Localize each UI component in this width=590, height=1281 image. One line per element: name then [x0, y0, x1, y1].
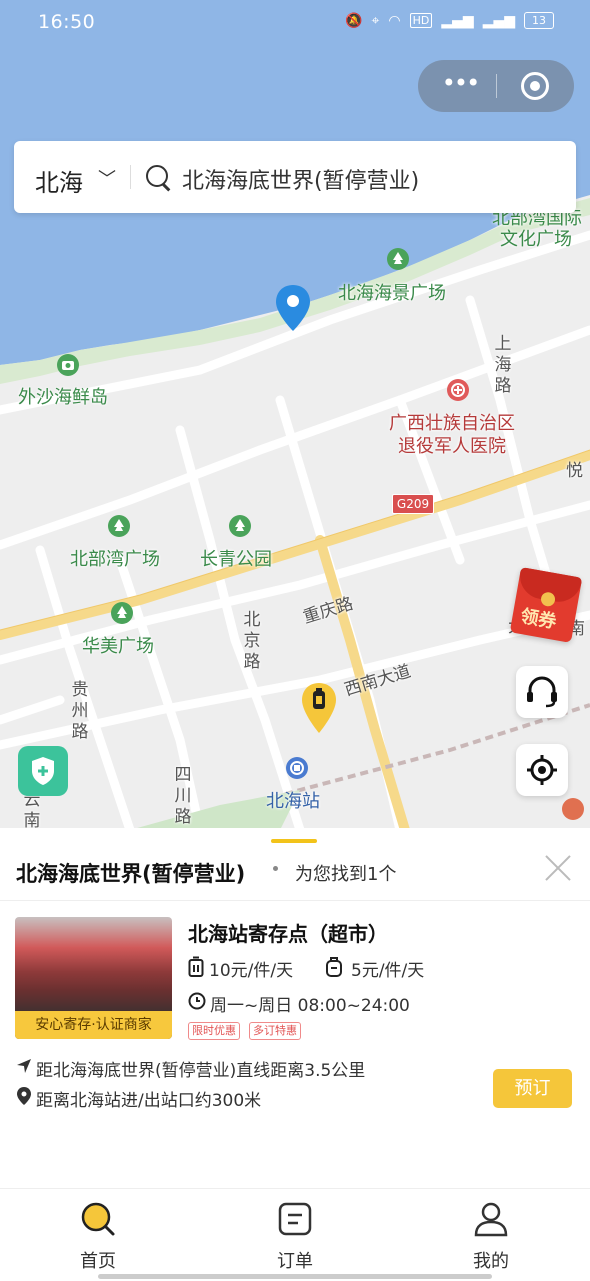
luggage-price: 10元/件/天: [209, 961, 294, 981]
map-label-station[interactable]: 北海站: [266, 787, 320, 813]
search-home-icon: [81, 1202, 115, 1236]
customer-service-button[interactable]: [516, 666, 568, 718]
location-icon: ⌖: [371, 12, 380, 29]
book-button[interactable]: 预订: [493, 1069, 572, 1108]
map-label-hospital[interactable]: 退役军人医院: [398, 432, 506, 458]
map-label-shanghai-road: 上海路: [494, 334, 512, 396]
divider: [0, 900, 590, 901]
tab-label: 首页: [80, 1251, 116, 1272]
park-poi-icon[interactable]: [110, 601, 134, 625]
search-divider: [130, 165, 131, 189]
map-label-changqing[interactable]: 长青公园: [200, 545, 272, 571]
tab-profile[interactable]: 我的: [431, 1189, 551, 1281]
map-view[interactable]: 北部湾国际 文化广场 北海海景广场 外沙海鲜岛 上海路 广西壮族自治区 退役军人…: [0, 0, 590, 830]
bell-icon: 🔕: [345, 12, 363, 29]
tab-home[interactable]: 首页: [38, 1189, 158, 1281]
map-label-sichuan-road: 四川路: [174, 765, 192, 827]
tab-label: 我的: [473, 1251, 509, 1272]
sheet-handle[interactable]: [271, 839, 317, 843]
destination-pin-icon[interactable]: [276, 285, 310, 331]
store-thumbnail[interactable]: 安心寄存·认证商家: [15, 917, 172, 1039]
map-label-yue: 悦: [566, 461, 583, 481]
results-sheet: 北海海底世界(暂停营业) 为您找到1个 安心寄存·认证商家 北海站寄存点（超市）…: [0, 828, 590, 1188]
station-distance: 距离北海站进/出站口约300米: [36, 1091, 262, 1111]
headset-icon: [527, 676, 557, 708]
capsule-divider: [496, 74, 497, 98]
promo-tag: 多订特惠: [249, 1022, 301, 1040]
hd-icon: HD: [409, 13, 433, 28]
coupon-label: 领券: [518, 605, 558, 633]
map-label-huamei[interactable]: 华美广场: [82, 632, 154, 658]
order-icon: [278, 1202, 312, 1236]
tab-bar: 首页 订单 我的: [0, 1188, 590, 1281]
bag-price: 5元/件/天: [351, 961, 425, 981]
bag-icon: [326, 957, 342, 977]
sheet-title: 北海海底世界(暂停营业): [16, 862, 246, 886]
map-label-beibuwan[interactable]: 北部湾广场: [70, 545, 160, 571]
battery-icon: 13: [524, 12, 554, 29]
hospital-poi-icon[interactable]: [446, 378, 470, 402]
map-label-poi[interactable]: 文化广场: [500, 225, 572, 251]
highway-shield-g209: G209: [392, 494, 434, 514]
shield-icon: [32, 757, 54, 785]
city-selector[interactable]: 北海: [35, 163, 83, 198]
map-label-guizhou-road: 贵州路: [71, 680, 89, 742]
map-label-waisha[interactable]: 外沙海鲜岛: [18, 383, 108, 409]
status-bar: 16:50 🔕 ⌖ ◠ HD ▂▄▆ ▂▄▆ 13: [0, 0, 590, 46]
certified-badge: 安心寄存·认证商家: [15, 1011, 172, 1039]
storage-location-pin-icon[interactable]: [302, 683, 336, 733]
scenic-poi-icon[interactable]: [56, 353, 80, 377]
wifi-icon: ◠: [388, 12, 401, 29]
coupon-button[interactable]: 领券: [509, 567, 583, 643]
home-indicator: [98, 1274, 492, 1279]
more-icon[interactable]: •••: [440, 71, 480, 98]
chevron-down-icon[interactable]: ﹀: [98, 165, 116, 191]
opening-hours: 周一~周日 08:00~24:00: [210, 996, 410, 1016]
crosshair-icon: [527, 755, 557, 785]
luggage-icon: [188, 956, 204, 977]
train-station-icon[interactable]: [285, 756, 309, 780]
close-icon[interactable]: [544, 854, 572, 882]
profile-icon: [474, 1202, 508, 1237]
straight-distance: 距北海海底世界(暂停营业)直线距离3.5公里: [36, 1061, 366, 1081]
park-poi-icon[interactable]: [386, 247, 410, 271]
location-pin-icon: [17, 1087, 31, 1105]
signal-icon: ▂▄▆: [482, 12, 515, 29]
locate-me-button[interactable]: [516, 744, 568, 796]
miniprogram-capsule: •••: [418, 60, 574, 112]
search-input[interactable]: 北海海底世界(暂停营业): [182, 163, 419, 195]
signal-icon: ▂▄▆: [441, 12, 474, 29]
store-name[interactable]: 北海站寄存点（超市）: [188, 918, 388, 947]
separator-dot: [273, 866, 278, 871]
map-label-haijing[interactable]: 北海海景广场: [338, 279, 446, 305]
status-icons: 🔕 ⌖ ◠ HD ▂▄▆ ▂▄▆ 13: [345, 12, 554, 29]
safety-shield-button[interactable]: [18, 746, 68, 796]
tab-label: 订单: [277, 1251, 313, 1272]
status-time: 16:50: [38, 11, 96, 33]
result-count: 为您找到1个: [295, 864, 397, 885]
clock-icon: [188, 992, 206, 1010]
map-extra-icon[interactable]: [562, 798, 584, 820]
park-poi-icon[interactable]: [228, 514, 252, 538]
park-poi-icon[interactable]: [107, 514, 131, 538]
navigation-arrow-icon: [17, 1059, 31, 1073]
search-icon[interactable]: [146, 165, 168, 187]
tab-orders[interactable]: 订单: [235, 1189, 355, 1281]
close-target-icon[interactable]: [521, 72, 549, 100]
map-label-beijing-road: 北京路: [243, 610, 261, 672]
promo-tag: 限时优惠: [188, 1022, 240, 1040]
search-bar: 北海 ﹀ 北海海底世界(暂停营业): [14, 141, 576, 213]
